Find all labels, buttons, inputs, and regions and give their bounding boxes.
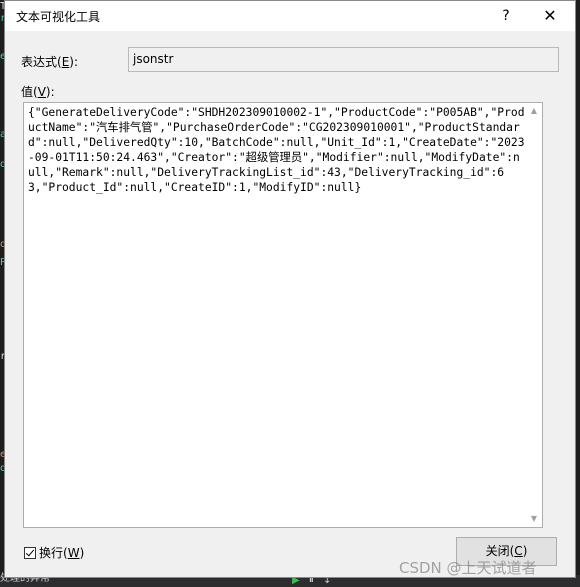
expression-value: jsonstr	[133, 52, 174, 66]
wrap-checkbox[interactable]	[24, 546, 36, 559]
chevron-up-icon[interactable]: ▲	[526, 103, 542, 119]
value-label-end: ):	[45, 85, 55, 99]
value-label: 值(V):	[21, 83, 55, 100]
expression-label: 表达式(E):	[21, 53, 78, 70]
close-button-text: 关闭(	[485, 544, 515, 558]
title-bar: 文本可视化工具 ? ✕	[5, 1, 575, 31]
wrap-label-accel: W	[67, 546, 80, 560]
vertical-scrollbar[interactable]: ▲ ▼	[526, 103, 542, 527]
value-textarea[interactable]: {"GenerateDeliveryCode":"SHDH20230901000…	[23, 102, 543, 528]
chevron-down-icon[interactable]: ▼	[526, 511, 542, 527]
wrap-label-text: 换行(	[39, 546, 68, 560]
expression-label-end: ):	[69, 55, 79, 69]
help-button[interactable]: ?	[483, 1, 529, 31]
expression-label-text: 表达式(	[21, 55, 62, 69]
csdn-watermark: CSDN @上天试道者	[399, 559, 537, 577]
text-visualizer-dialog: 文本可视化工具 ? ✕ 表达式(E): jsonstr 值(V): {"Gene…	[4, 0, 576, 578]
wrap-label: 换行(W)	[39, 544, 84, 561]
expression-field[interactable]: jsonstr	[128, 47, 559, 72]
question-mark-icon: ?	[502, 8, 510, 24]
close-button-accel: C	[514, 544, 523, 558]
close-button-end: )	[522, 544, 528, 558]
wrap-label-end: )	[79, 546, 85, 560]
close-x-icon: ✕	[543, 6, 557, 25]
wrap-checkbox-row[interactable]: 换行(W)	[24, 544, 84, 561]
dialog-title: 文本可视化工具	[16, 10, 101, 24]
value-text: {"GenerateDeliveryCode":"SHDH20230901000…	[28, 106, 525, 194]
title-close-button[interactable]: ✕	[527, 1, 573, 31]
value-label-accel: V	[37, 85, 46, 99]
value-label-text: 值(	[21, 85, 38, 99]
background-editor-right	[576, 0, 580, 587]
